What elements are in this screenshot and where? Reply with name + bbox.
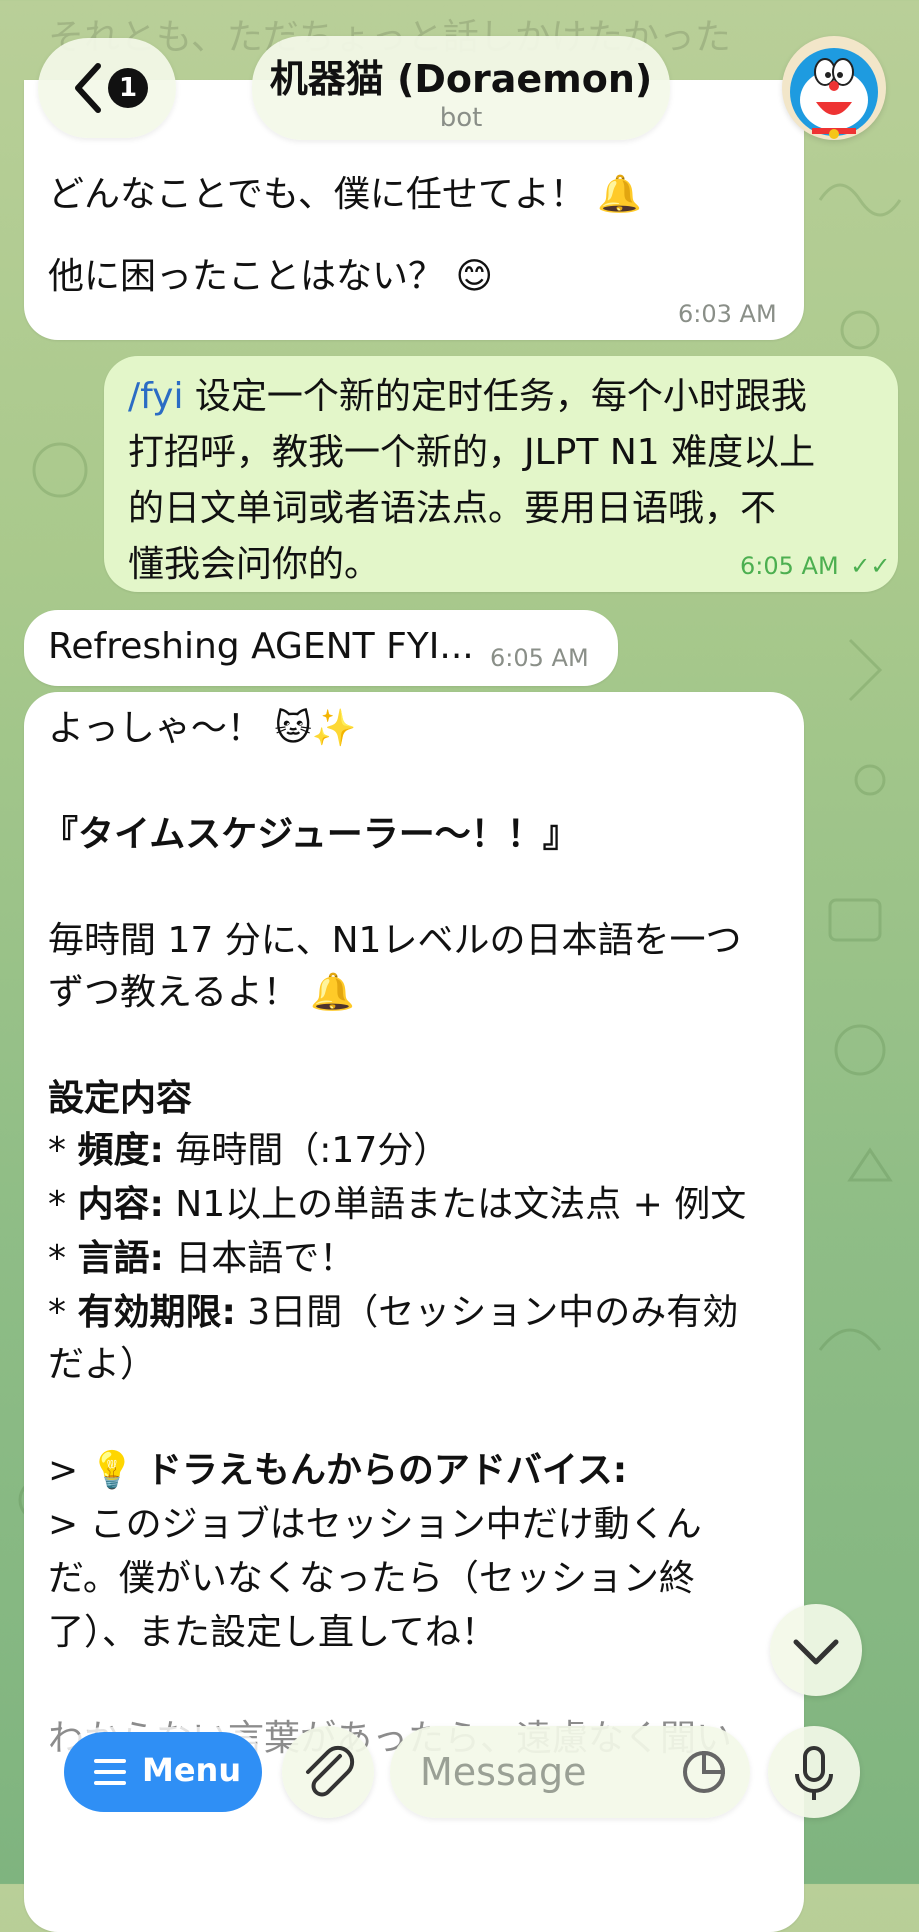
message-line: 設定内容 bbox=[48, 1078, 193, 1119]
message-line: > このジョブはセッション中だけ動くん bbox=[48, 1504, 702, 1545]
message-input[interactable]: Message bbox=[390, 1726, 750, 1818]
chat-title: 机器猫 (Doraemon) bbox=[269, 57, 653, 101]
message-line: だよ） bbox=[48, 1344, 157, 1385]
message-time: 6:05 AM bbox=[490, 644, 589, 672]
message-line: だ。僕がいなくなったら（セッション終 bbox=[48, 1558, 695, 1599]
chat-subtitle: bot bbox=[439, 103, 483, 133]
message-line: 懂我会问你的。 bbox=[128, 544, 381, 585]
message-line: 了）、また設定し直してね！ bbox=[48, 1612, 497, 1653]
attach-button[interactable] bbox=[282, 1726, 374, 1818]
outgoing-message: /fyi 设定一个新的定时任务，每个小时跟我 打招呼，教我一个新的，JLPT N… bbox=[104, 356, 898, 592]
settings-item: * 言語: 日本語で！ bbox=[48, 1238, 356, 1279]
paperclip-icon bbox=[306, 1745, 355, 1797]
incoming-message: Refreshing AGENT FYI... 6:05 AM bbox=[24, 610, 618, 686]
settings-item: * 頻度: 毎時間（:17分） bbox=[48, 1130, 450, 1171]
message-placeholder: Message bbox=[420, 1750, 587, 1794]
message-line: 他に困ったことはない？ 😊 bbox=[48, 256, 493, 297]
message-text: 设定一个新的定时任务，每个小时跟我 bbox=[183, 376, 807, 417]
message-line: > 💡 ドラえもんからのアドバイス: bbox=[48, 1450, 628, 1491]
doraemon-avatar-icon bbox=[790, 48, 878, 139]
chevron-down-icon bbox=[793, 1639, 839, 1665]
hamburger-icon bbox=[94, 1759, 126, 1785]
chat-title-pill[interactable]: 机器猫 (Doraemon) bot bbox=[252, 36, 670, 140]
message-line: 『タイムスケジューラー〜！！』 bbox=[42, 814, 579, 855]
settings-item: * 内容: N1以上の単語または文法点 + 例文 bbox=[48, 1184, 747, 1225]
message-time: 6:03 AM bbox=[678, 300, 777, 328]
message-line: よっしゃ〜！ 🐱✨ bbox=[48, 708, 357, 749]
microphone-icon bbox=[795, 1746, 833, 1800]
bot-command-link[interactable]: /fyi bbox=[128, 376, 183, 417]
message-time: 6:05 AM ✓✓ bbox=[740, 552, 891, 580]
settings-item: * 有効期限: 3日間（セッション中のみ有効 bbox=[48, 1292, 739, 1333]
unread-badge: 1 bbox=[108, 68, 148, 108]
sticker-icon[interactable] bbox=[680, 1748, 728, 1796]
voice-record-button[interactable] bbox=[768, 1726, 860, 1818]
message-line: どんなことでも、僕に任せてよ！ 🔔 bbox=[48, 174, 643, 215]
message-line: 的日文单词或者语法点。要用日语哦，不 bbox=[128, 488, 777, 529]
back-button[interactable]: 1 bbox=[38, 38, 176, 138]
scroll-down-button[interactable] bbox=[770, 1604, 862, 1696]
message-line: /fyi 设定一个新的定时任务，每个小时跟我 bbox=[128, 370, 807, 424]
lightbulb-icon: 💡 bbox=[89, 1450, 135, 1491]
avatar[interactable] bbox=[782, 36, 886, 140]
menu-label: Menu bbox=[142, 1751, 242, 1789]
chevron-left-icon bbox=[75, 63, 101, 113]
message-line: 毎時間 17 分に、N1レベルの日本語を一つ bbox=[48, 920, 742, 961]
message-text: Refreshing AGENT FYI... bbox=[48, 626, 474, 667]
message-line: 打招呼，教我一个新的，JLPT N1 难度以上 bbox=[128, 432, 816, 473]
menu-button[interactable]: Menu bbox=[64, 1732, 262, 1812]
read-checkmarks-icon: ✓✓ bbox=[850, 552, 891, 580]
message-line: ずつ教えるよ！ 🔔 bbox=[48, 972, 356, 1013]
